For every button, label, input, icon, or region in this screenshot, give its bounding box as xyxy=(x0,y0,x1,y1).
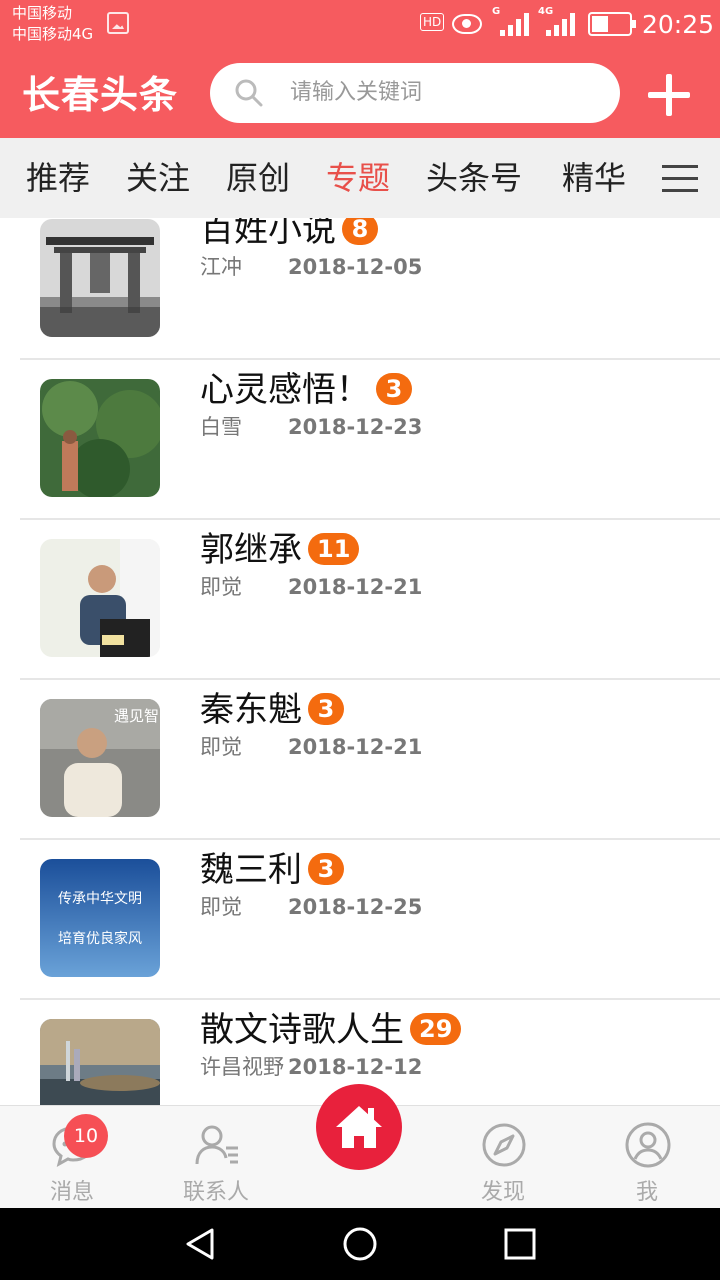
article-count-badge: 3 xyxy=(308,852,344,885)
topic-thumbnail: 传承中华文明 培育优良家风 xyxy=(40,859,160,977)
topic-title: 郭继承 11 xyxy=(200,528,360,572)
clock: 20:25 xyxy=(642,10,715,39)
home-button[interactable] xyxy=(316,1084,402,1170)
nav-contacts[interactable]: 联系人 xyxy=(146,1106,286,1209)
article-count-badge: 11 xyxy=(308,532,360,565)
search-placeholder: 请输入关键词 xyxy=(290,80,423,105)
topic-author: 即觉 xyxy=(200,575,242,599)
nav-messages[interactable]: 10 消息 xyxy=(2,1106,142,1209)
list-item[interactable]: 传承中华文明 培育优良家风 魏三利 3 即觉 2018-12-25 xyxy=(20,840,720,1000)
signal-icon xyxy=(500,12,530,36)
profile-icon xyxy=(625,1122,671,1168)
nav-discover[interactable]: 发现 xyxy=(433,1106,573,1209)
thumb-text-line-2: 培育优良家风 xyxy=(58,930,142,947)
article-count-badge: 3 xyxy=(308,692,344,725)
topic-author: 即觉 xyxy=(200,735,242,759)
app-title: 长春头条 xyxy=(22,73,179,117)
tab-original[interactable]: 原创 xyxy=(226,156,290,200)
contacts-icon xyxy=(195,1125,238,1165)
topic-author: 即觉 xyxy=(200,895,242,919)
topic-author: 江冲 xyxy=(200,255,242,279)
thumb-text-line-1: 传承中华文明 xyxy=(58,891,142,907)
home-circle-icon[interactable] xyxy=(342,1226,378,1262)
topic-thumbnail xyxy=(40,219,160,337)
add-button[interactable] xyxy=(648,74,690,116)
topic-thumbnail xyxy=(40,379,160,497)
app-header: 长春头条 请输入关键词 xyxy=(0,50,720,138)
unread-badge: 10 xyxy=(64,1114,108,1158)
topic-author: 白雪 xyxy=(200,415,242,439)
nav-label: 发现 xyxy=(480,1180,525,1205)
list-item[interactable]: 心灵感悟！ 3 白雪 2018-12-23 xyxy=(20,360,720,520)
topic-list: 百姓小说 8 江冲 2018-12-05 心灵感悟！ 3 白雪 2018-12-23… xyxy=(0,218,720,1105)
list-item[interactable]: 郭继承 11 即觉 2018-12-21 xyxy=(20,520,720,680)
network-type-label: G xyxy=(492,6,501,17)
topic-thumbnail xyxy=(40,539,160,657)
battery-icon xyxy=(588,12,636,36)
status-bar: 中国移动 中国移动4G HD G 4G 20:25 xyxy=(0,0,720,50)
list-item[interactable]: 遇见智慧 秦东魁3 即觉 2018-12-21 xyxy=(20,680,720,840)
topic-date: 2018-12-23 xyxy=(288,415,423,439)
topic-title: 散文诗歌人生 29 xyxy=(200,1008,462,1052)
carrier-line-2: 中国移动4G xyxy=(12,25,94,43)
topic-date: 2018-12-05 xyxy=(288,255,423,279)
menu-icon[interactable] xyxy=(662,163,698,193)
compass-icon xyxy=(482,1123,526,1167)
topic-title: 百姓小说 8 xyxy=(200,218,378,252)
carrier-info: 中国移动 中国移动4G xyxy=(12,3,93,45)
topic-date: 2018-12-21 xyxy=(288,575,423,599)
nav-me[interactable]: 我 xyxy=(577,1106,717,1209)
tab-recommend[interactable]: 推荐 xyxy=(26,156,90,200)
topic-author: 许昌视野 xyxy=(200,1055,284,1079)
hd-icon: HD xyxy=(420,13,445,31)
topic-title: 心灵感悟！ 3 xyxy=(200,368,412,412)
topic-date: 2018-12-25 xyxy=(288,895,423,919)
eye-comfort-icon xyxy=(452,14,482,34)
topic-thumbnail: 遇见智慧 xyxy=(40,699,160,817)
tab-follow[interactable]: 关注 xyxy=(126,156,190,200)
category-tabs: 推荐 关注 原创 专题 头条号 精华 xyxy=(0,138,720,218)
article-count-badge: 3 xyxy=(376,372,412,405)
thumb-text: 遇见智慧 xyxy=(114,707,160,725)
nav-label: 消息 xyxy=(49,1180,94,1205)
bottom-navigation: 10 消息 联系人 发现 我 xyxy=(0,1084,720,1209)
topic-thumbnail xyxy=(40,1019,160,1105)
tab-featured[interactable]: 精华 xyxy=(562,156,626,200)
nav-label: 我 xyxy=(635,1180,658,1205)
tab-topics[interactable]: 专题 xyxy=(326,156,390,200)
back-icon[interactable] xyxy=(182,1226,218,1262)
topic-title: 魏三利 3 xyxy=(200,848,344,892)
topic-title: 秦东魁 3 xyxy=(200,688,344,732)
list-item[interactable]: 百姓小说 8 江冲 2018-12-05 xyxy=(20,218,720,360)
article-count-badge: 8 xyxy=(342,218,378,245)
system-navigation-bar xyxy=(0,1208,720,1280)
search-icon xyxy=(235,79,263,107)
signal-icon-2 xyxy=(546,12,576,36)
image-notification-icon xyxy=(107,12,129,34)
article-count-badge: 29 xyxy=(410,1012,462,1045)
nav-label: 联系人 xyxy=(182,1180,249,1205)
home-icon xyxy=(336,1106,382,1148)
search-input[interactable]: 请输入关键词 xyxy=(210,63,620,123)
carrier-line-1: 中国移动 xyxy=(12,4,73,22)
tab-headline-accounts[interactable]: 头条号 xyxy=(426,156,522,200)
recent-apps-icon[interactable] xyxy=(502,1226,538,1262)
topic-date: 2018-12-21 xyxy=(288,735,423,759)
topic-date: 2018-12-12 xyxy=(288,1055,423,1079)
